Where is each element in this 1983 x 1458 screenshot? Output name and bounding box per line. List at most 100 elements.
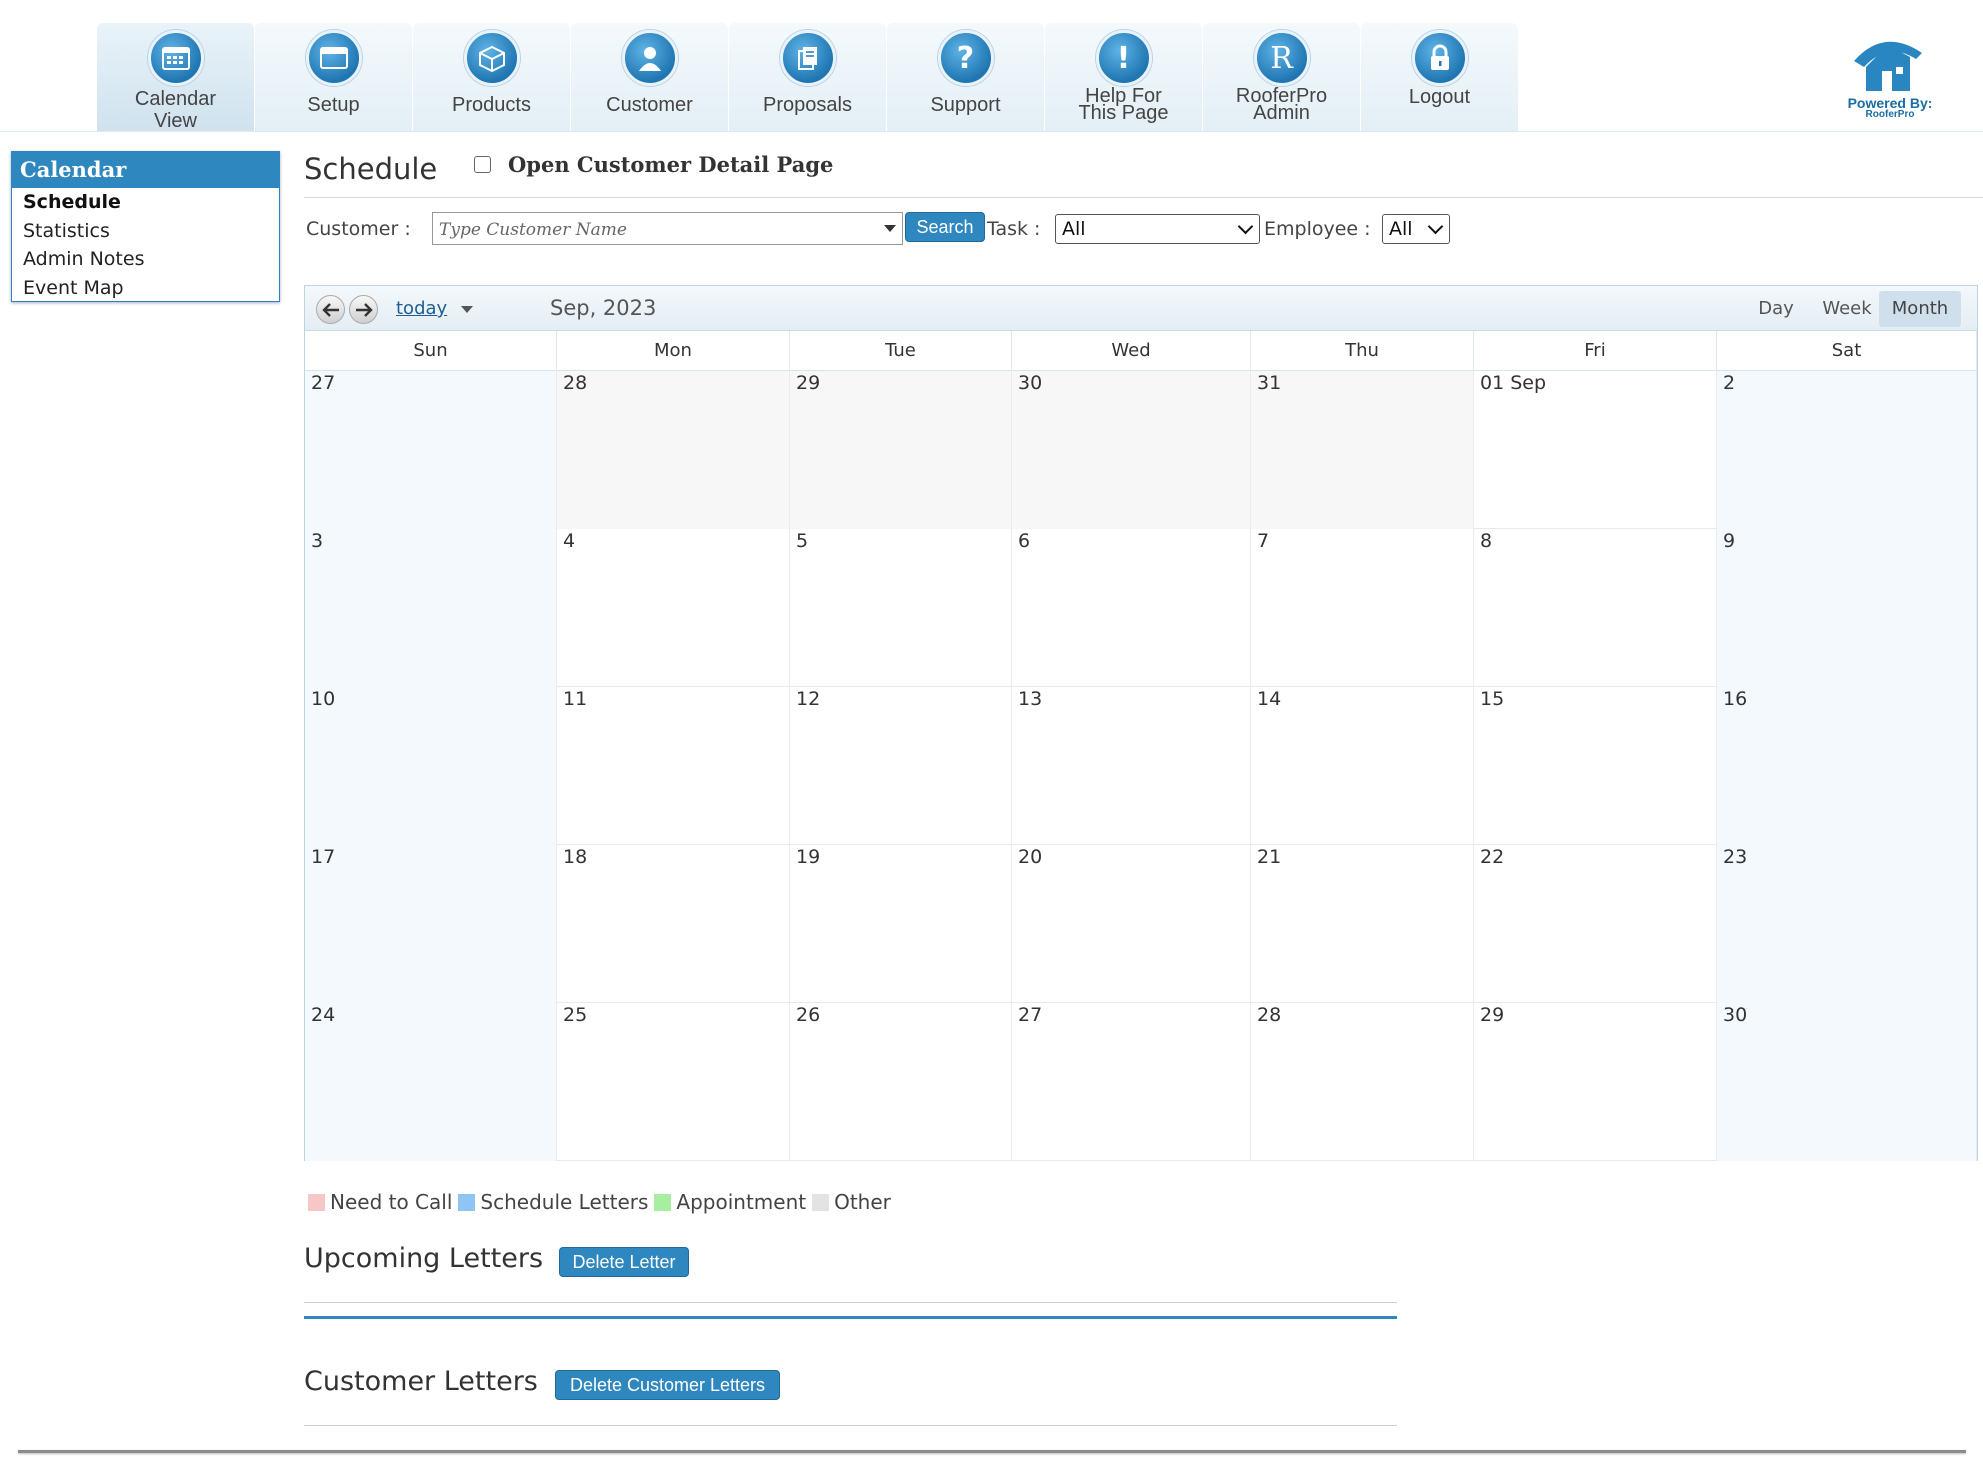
day-number[interactable]: 27 [311,372,335,394]
open-customer-detail-toggle[interactable]: Open Customer Detail Page [474,152,833,177]
day-number[interactable]: 7 [1257,530,1269,552]
calendar-day-cell[interactable]: 27 [1012,1003,1251,1161]
day-number[interactable]: 27 [1018,1004,1042,1026]
view-day-button[interactable]: Day [1750,291,1802,327]
day-number[interactable]: 8 [1480,530,1492,552]
calendar-day-cell[interactable]: 19 [790,845,1012,1003]
task-select[interactable]: All [1055,214,1260,244]
day-number[interactable]: 22 [1480,846,1504,868]
day-number[interactable]: 4 [563,530,575,552]
calendar-day-cell[interactable]: 14 [1251,687,1474,845]
nav-tab-calendar-view[interactable]: Calendar View [97,23,254,132]
nav-tab-products[interactable]: Products [413,23,570,131]
day-number[interactable]: 28 [1257,1004,1281,1026]
day-number[interactable]: 10 [311,688,335,710]
delete-customer-letters-button[interactable]: Delete Customer Letters [555,1370,780,1400]
calendar-day-cell[interactable]: 10 [305,687,557,845]
day-number[interactable]: 23 [1723,846,1747,868]
day-number[interactable]: 11 [563,688,587,710]
day-number[interactable]: 12 [796,688,820,710]
calendar-day-cell[interactable]: 2 [1717,371,1977,529]
day-number[interactable]: 15 [1480,688,1504,710]
calendar-day-cell[interactable]: 5 [790,529,1012,687]
calendar-day-cell[interactable]: 27 [305,371,557,529]
day-number[interactable]: 13 [1018,688,1042,710]
nav-tab-setup[interactable]: Setup [255,23,412,131]
calendar-day-cell[interactable]: 24 [305,1003,557,1161]
open-detail-checkbox[interactable] [474,156,491,173]
day-number[interactable]: 5 [796,530,808,552]
day-number[interactable]: 20 [1018,846,1042,868]
calendar-day-cell[interactable]: 13 [1012,687,1251,845]
day-number[interactable]: 14 [1257,688,1281,710]
nav-tab-logout[interactable]: Logout [1361,23,1518,131]
sidebar-item-admin-notes[interactable]: Admin Notes [12,245,279,274]
prev-month-button[interactable] [316,295,345,324]
calendar-day-cell[interactable]: 3 [305,529,557,687]
customer-search-input[interactable]: Type Customer Name [432,212,903,245]
calendar-day-cell[interactable]: 18 [557,845,790,1003]
calendar-day-cell[interactable]: 12 [790,687,1012,845]
calendar-day-cell[interactable]: 9 [1717,529,1977,687]
day-number[interactable]: 01 Sep [1480,372,1546,394]
sidebar-item-event-map[interactable]: Event Map [12,274,279,303]
nav-tab-proposals[interactable]: Proposals [729,23,886,131]
nav-tab-support[interactable]: ? Support [887,23,1044,131]
calendar-day-cell[interactable]: 8 [1474,529,1717,687]
nav-tab-customer[interactable]: Customer [571,23,728,131]
calendar-day-cell[interactable]: 6 [1012,529,1251,687]
calendar-day-cell[interactable]: 29 [1474,1003,1717,1161]
legend-item-schedule-letters: Schedule Letters [458,1190,648,1214]
day-number[interactable]: 30 [1723,1004,1747,1026]
calendar-day-cell[interactable]: 30 [1717,1003,1977,1161]
customer-dropdown-caret-icon[interactable] [884,225,896,232]
day-number[interactable]: 9 [1723,530,1735,552]
day-number[interactable]: 24 [311,1004,335,1026]
calendar-day-cell[interactable]: 11 [557,687,790,845]
day-number[interactable]: 31 [1257,372,1281,394]
day-number[interactable]: 25 [563,1004,587,1026]
calendar-day-cell[interactable]: 31 [1251,371,1474,529]
day-number[interactable]: 16 [1723,688,1747,710]
day-number[interactable]: 29 [796,372,820,394]
delete-letter-button[interactable]: Delete Letter [559,1247,689,1277]
day-number[interactable]: 21 [1257,846,1281,868]
calendar-day-cell[interactable]: 26 [790,1003,1012,1161]
sidebar-item-statistics[interactable]: Statistics [12,217,279,246]
view-week-button[interactable]: Week [1809,291,1885,327]
calendar-day-cell[interactable]: 22 [1474,845,1717,1003]
day-number[interactable]: 17 [311,846,335,868]
nav-tab-rooferpro-admin[interactable]: R RooferPro Admin [1203,23,1360,131]
calendar-day-cell[interactable]: 16 [1717,687,1977,845]
view-month-button[interactable]: Month [1879,291,1961,327]
day-number[interactable]: 3 [311,530,323,552]
calendar-day-cell[interactable]: 28 [1251,1003,1474,1161]
sidebar-item-schedule[interactable]: Schedule [12,188,279,217]
calendar-day-cell[interactable]: 25 [557,1003,790,1161]
calendar-day-cell[interactable]: 4 [557,529,790,687]
today-link[interactable]: today [396,298,447,319]
calendar-day-cell[interactable]: 28 [557,371,790,529]
day-number[interactable]: 6 [1018,530,1030,552]
calendar-day-cell[interactable]: 15 [1474,687,1717,845]
calendar-day-cell[interactable]: 17 [305,845,557,1003]
calendar-day-cell[interactable]: 30 [1012,371,1251,529]
day-number[interactable]: 30 [1018,372,1042,394]
calendar-day-cell[interactable]: 20 [1012,845,1251,1003]
next-month-button[interactable] [349,295,378,324]
calendar-day-cell[interactable]: 7 [1251,529,1474,687]
today-dropdown-caret-icon[interactable] [461,306,473,313]
employee-select[interactable]: All [1382,214,1450,244]
day-number[interactable]: 26 [796,1004,820,1026]
day-number[interactable]: 19 [796,846,820,868]
day-number[interactable]: 18 [563,846,587,868]
calendar-day-cell[interactable]: 21 [1251,845,1474,1003]
day-number[interactable]: 2 [1723,372,1735,394]
day-number[interactable]: 28 [563,372,587,394]
calendar-day-cell[interactable]: 29 [790,371,1012,529]
search-button[interactable]: Search [905,212,985,242]
day-number[interactable]: 29 [1480,1004,1504,1026]
calendar-day-cell[interactable]: 23 [1717,845,1977,1003]
calendar-day-cell[interactable]: 01 Sep [1474,371,1717,529]
nav-tab-help-for-this-page[interactable]: ! Help For This Page [1045,23,1202,131]
